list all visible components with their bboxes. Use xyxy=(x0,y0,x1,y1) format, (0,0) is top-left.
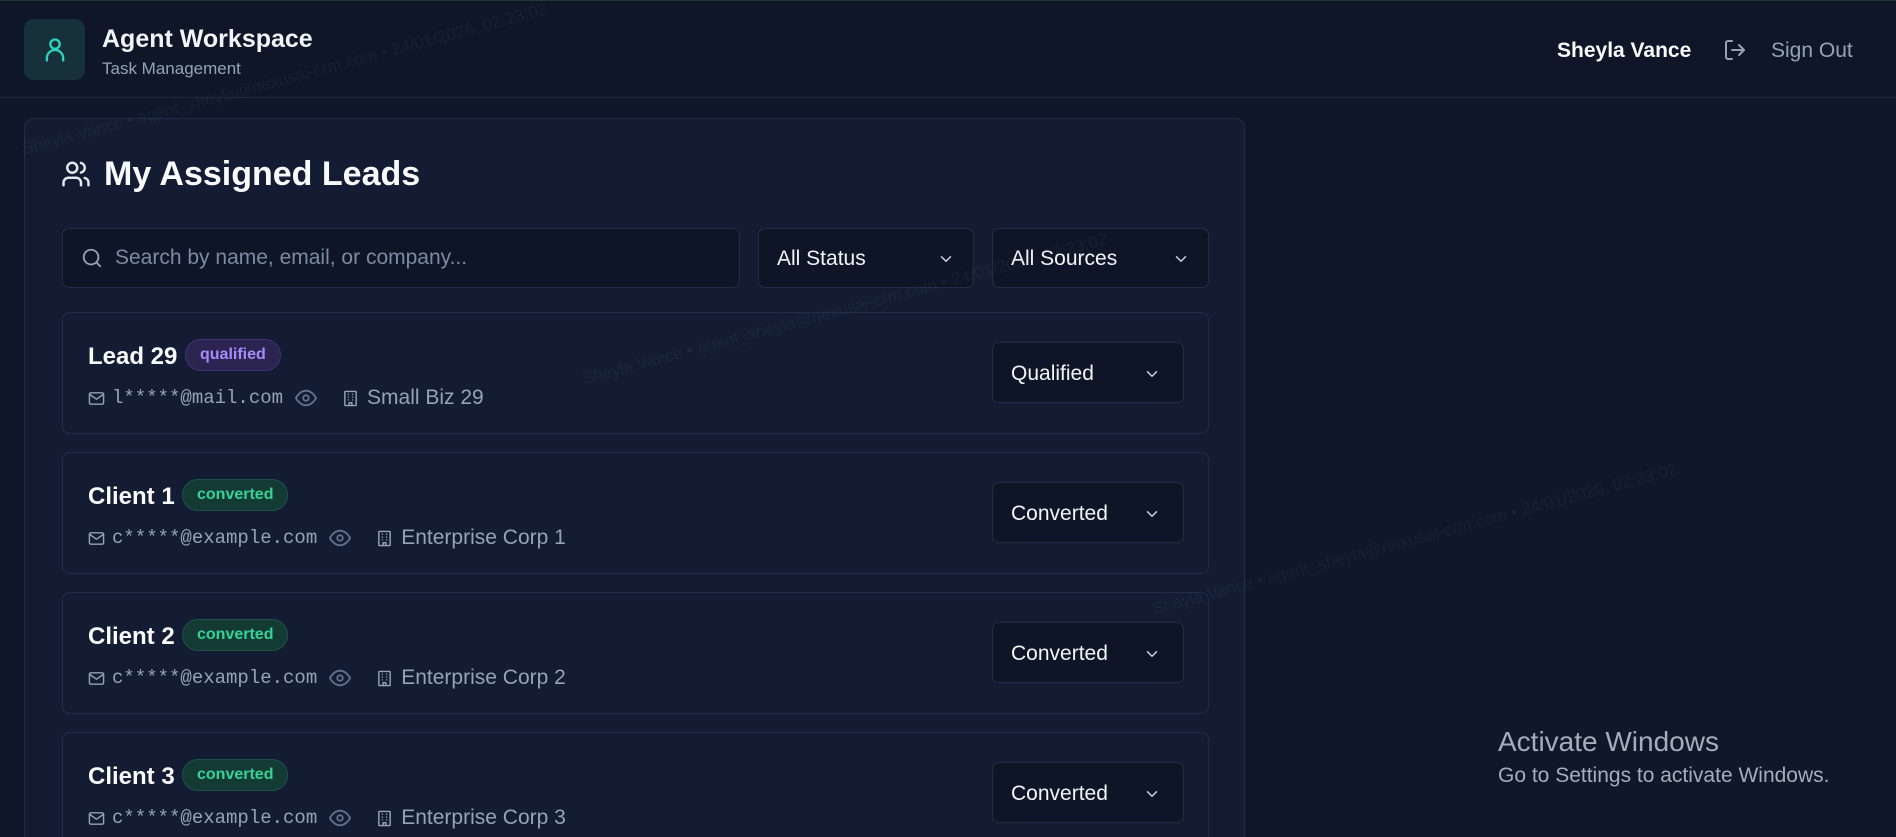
app-subtitle: Task Management xyxy=(102,59,241,78)
search-icon xyxy=(81,247,103,274)
lead-name: Client 3 xyxy=(88,763,175,790)
lead-name: Client 1 xyxy=(88,483,175,510)
lead-email: c*****@example.com xyxy=(112,807,318,829)
lead-meta: l*****@mail.com Small Biz 29 xyxy=(88,385,484,411)
status-badge: qualified xyxy=(185,339,281,371)
chevron-down-icon xyxy=(1143,365,1161,388)
lead-status-label: Converted xyxy=(1011,502,1108,525)
mail-icon xyxy=(88,810,105,827)
source-filter-select[interactable]: All Sources xyxy=(992,228,1209,288)
lead-company: Enterprise Corp 2 xyxy=(401,666,566,689)
building-icon xyxy=(342,390,359,407)
mail-icon xyxy=(88,390,105,407)
lead-meta: c*****@example.com Enterprise Corp 3 xyxy=(88,805,566,831)
lead-meta: c*****@example.com Enterprise Corp 1 xyxy=(88,525,566,551)
mail-icon xyxy=(88,530,105,547)
lead-status-select[interactable]: Converted xyxy=(992,622,1184,683)
reveal-email-icon[interactable] xyxy=(329,667,352,689)
lead-company: Enterprise Corp 3 xyxy=(401,806,566,829)
lead-meta: c*****@example.com Enterprise Corp 2 xyxy=(88,665,566,691)
lead-status-select[interactable]: Qualified xyxy=(992,342,1184,403)
building-icon xyxy=(376,810,393,827)
reveal-email-icon[interactable] xyxy=(329,807,352,829)
status-badge: converted xyxy=(182,619,289,651)
lead-card[interactable]: Client 3 converted c*****@example.com En… xyxy=(62,732,1209,837)
leads-panel: My Assigned Leads All Status All Sources… xyxy=(24,118,1245,837)
chevron-down-icon xyxy=(937,250,955,273)
users-icon xyxy=(61,159,91,194)
chevron-down-icon xyxy=(1143,505,1161,528)
sign-out-icon[interactable] xyxy=(1723,38,1747,67)
lead-email: c*****@example.com xyxy=(112,527,318,549)
page-title: My Assigned Leads xyxy=(104,155,421,193)
app-header: Agent Workspace Task Management Sheyla V… xyxy=(0,0,1896,98)
reveal-email-icon[interactable] xyxy=(295,387,318,409)
building-icon xyxy=(376,530,393,547)
lead-name: Lead 29 xyxy=(88,343,178,370)
chevron-down-icon xyxy=(1143,785,1161,808)
lead-company: Enterprise Corp 1 xyxy=(401,526,566,549)
lead-name: Client 2 xyxy=(88,623,175,650)
user-name: Sheyla Vance xyxy=(1557,39,1692,62)
app-title: Agent Workspace xyxy=(102,25,313,53)
source-filter-label: All Sources xyxy=(1011,247,1118,270)
activation-subtitle: Go to Settings to activate Windows. xyxy=(1498,764,1830,787)
reveal-email-icon[interactable] xyxy=(329,527,352,549)
activation-title: Activate Windows xyxy=(1498,726,1719,757)
lead-email: c*****@example.com xyxy=(112,667,318,689)
status-badge: converted xyxy=(182,479,289,511)
search-input[interactable] xyxy=(115,229,725,287)
sign-out-button[interactable]: Sign Out xyxy=(1771,39,1853,63)
lead-email: l*****@mail.com xyxy=(112,387,284,409)
lead-status-label: Qualified xyxy=(1011,362,1094,385)
status-filter-label: All Status xyxy=(777,247,866,270)
lead-card[interactable]: Lead 29 qualified l*****@mail.com Small … xyxy=(62,312,1209,434)
building-icon xyxy=(376,670,393,687)
search-box[interactable] xyxy=(62,228,740,288)
status-filter-select[interactable]: All Status xyxy=(758,228,974,288)
lead-status-select[interactable]: Converted xyxy=(992,482,1184,543)
lead-card[interactable]: Client 2 converted c*****@example.com En… xyxy=(62,592,1209,714)
lead-status-label: Converted xyxy=(1011,642,1108,665)
mail-icon xyxy=(88,670,105,687)
lead-card[interactable]: Client 1 converted c*****@example.com En… xyxy=(62,452,1209,574)
status-badge: converted xyxy=(182,759,289,791)
lead-status-label: Converted xyxy=(1011,782,1108,805)
windows-activation-notice: Activate Windows Go to Settings to activ… xyxy=(1498,726,1830,788)
chevron-down-icon xyxy=(1172,250,1190,273)
lead-company: Small Biz 29 xyxy=(367,386,484,409)
lead-status-select[interactable]: Converted xyxy=(992,762,1184,823)
chevron-down-icon xyxy=(1143,645,1161,668)
user-icon xyxy=(24,19,85,80)
